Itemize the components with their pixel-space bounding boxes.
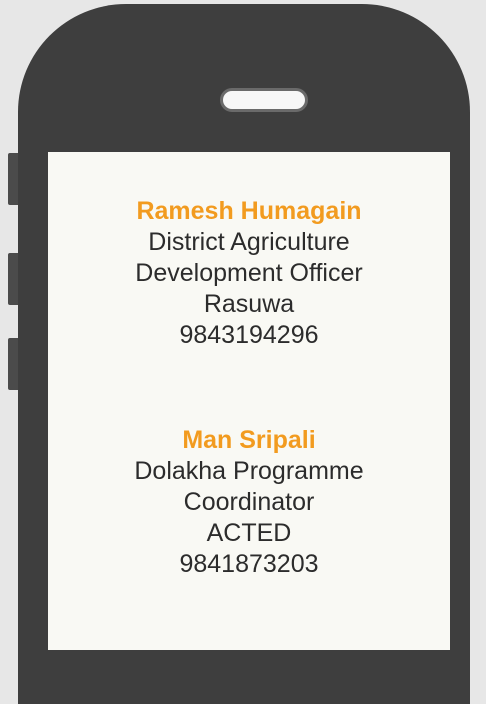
contact-organization: ACTED — [206, 519, 292, 547]
contact-title-line: District Agriculture — [148, 228, 350, 256]
phone-speaker-icon — [220, 88, 308, 112]
contact-name: Ramesh Humagain — [136, 197, 362, 225]
contact-card: Ramesh Humagain District Agriculture Dev… — [48, 196, 450, 351]
contact-title-line: Coordinator — [183, 488, 315, 516]
contact-phone-number[interactable]: 9841873203 — [48, 549, 450, 580]
contact-phone-number[interactable]: 9843194296 — [48, 320, 450, 351]
contact-card: Man Sripali Dolakha Programme Coordinato… — [48, 425, 450, 580]
contact-organization: Rasuwa — [203, 290, 295, 318]
contact-title-line: Dolakha Programme — [134, 457, 364, 485]
phone-screen: Ramesh Humagain District Agriculture Dev… — [48, 152, 450, 650]
contact-name: Man Sripali — [182, 426, 316, 454]
contact-title-line: Development Officer — [135, 259, 363, 287]
